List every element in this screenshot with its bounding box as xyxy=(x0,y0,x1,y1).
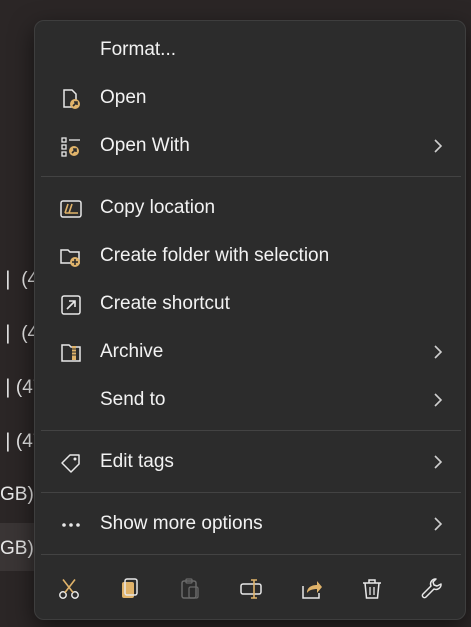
rename-button[interactable] xyxy=(233,571,269,607)
menu-item-label: Edit tags xyxy=(100,451,174,472)
menu-item-label: Open xyxy=(100,87,147,108)
menu-item-label: Archive xyxy=(100,341,164,362)
menu-item-label: Create folder with selection xyxy=(100,245,330,266)
menu-item-label: Format... xyxy=(100,39,177,60)
shortcut-arrow-icon xyxy=(59,293,83,317)
copy-button[interactable] xyxy=(112,571,148,607)
menu-item-label: Create shortcut xyxy=(100,293,230,314)
delete-button[interactable] xyxy=(354,571,390,607)
menu-item-open[interactable]: Open xyxy=(41,76,459,120)
cut-button[interactable] xyxy=(51,571,87,607)
trash-icon xyxy=(363,579,381,599)
wrench-icon xyxy=(421,578,442,599)
more-dots-icon xyxy=(59,513,83,537)
context-menu: Format... Open Open With Copy location C… xyxy=(34,20,466,620)
open-with-icon xyxy=(59,135,83,159)
menu-item-format[interactable]: Format... xyxy=(41,28,459,72)
menu-item-copy-location[interactable]: Copy location xyxy=(41,186,459,230)
menu-item-label: Open With xyxy=(100,135,190,156)
menu-separator xyxy=(41,430,461,431)
menu-item-label: Show more options xyxy=(100,513,263,534)
chevron-right-icon xyxy=(431,392,445,408)
chevron-right-icon xyxy=(431,138,445,154)
paste-icon xyxy=(181,578,199,599)
menu-separator xyxy=(41,554,461,555)
menu-separator xyxy=(41,492,461,493)
rename-icon xyxy=(240,579,262,599)
open-file-icon xyxy=(59,87,83,111)
menu-item-send-to[interactable]: Send to xyxy=(41,378,459,422)
tag-icon xyxy=(59,451,83,475)
menu-item-edit-tags[interactable]: Edit tags xyxy=(41,440,459,484)
menu-item-create-shortcut[interactable]: Create shortcut xyxy=(41,282,459,326)
menu-separator xyxy=(41,176,461,177)
paste-button[interactable] xyxy=(172,571,208,607)
properties-button[interactable] xyxy=(415,571,451,607)
share-icon xyxy=(302,581,322,599)
menu-item-create-folder[interactable]: Create folder with selection xyxy=(41,234,459,278)
scissors-icon xyxy=(59,579,79,599)
menu-item-archive[interactable]: Archive xyxy=(41,330,459,374)
chevron-right-icon xyxy=(431,516,445,532)
chevron-right-icon xyxy=(431,454,445,470)
share-button[interactable] xyxy=(294,571,330,607)
copy-icon xyxy=(122,578,138,598)
menu-item-open-with[interactable]: Open With xyxy=(41,124,459,168)
archive-icon xyxy=(59,341,83,365)
menu-item-show-more-options[interactable]: Show more options xyxy=(41,502,459,546)
menu-item-label: Copy location xyxy=(100,197,216,218)
copy-location-icon xyxy=(59,197,83,221)
new-folder-icon xyxy=(59,245,83,269)
menu-item-label: Send to xyxy=(100,389,166,410)
chevron-right-icon xyxy=(431,344,445,360)
